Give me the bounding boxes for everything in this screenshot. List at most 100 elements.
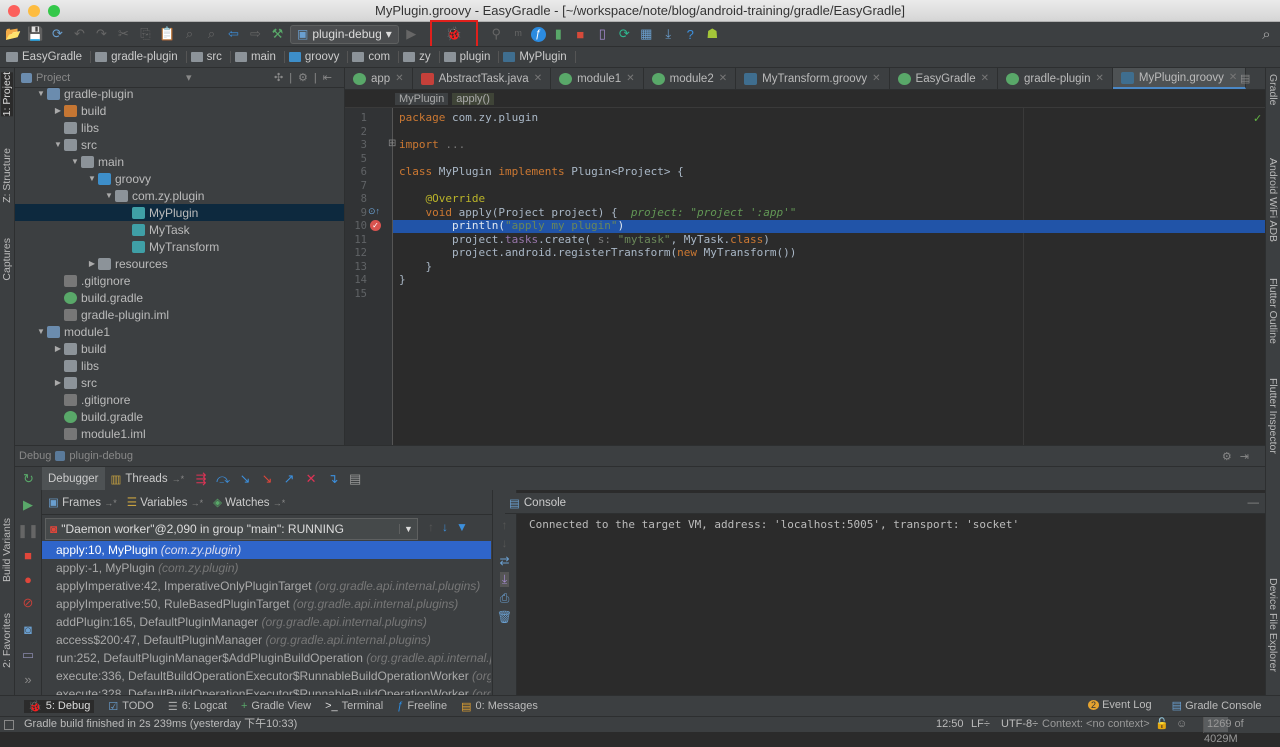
status-message[interactable]: Gradle build finished in 2s 239ms (yeste… <box>24 717 297 732</box>
tree-item[interactable]: ▶ src <box>15 374 344 391</box>
code-line[interactable]: import ... <box>399 138 465 152</box>
redo-icon[interactable]: ↷ <box>92 25 111 44</box>
tool-window-flutter-outline[interactable]: Flutter Outline <box>1267 278 1279 344</box>
up-stack-icon[interactable]: ↑ <box>502 518 508 532</box>
tree-item[interactable]: ▼ main <box>15 153 344 170</box>
tree-item[interactable]: build.gradle <box>15 408 344 425</box>
tool-window-gradle[interactable]: Gradle <box>1267 74 1279 106</box>
lock-icon[interactable]: 🔓 <box>1155 717 1169 732</box>
paste-icon[interactable]: 📋 <box>158 25 177 44</box>
code-line[interactable]: @Override <box>399 192 485 206</box>
scroll-to-end-icon[interactable]: ⤓ <box>499 572 510 587</box>
expand-arrow-icon[interactable]: ▼ <box>35 89 47 98</box>
line-separator[interactable]: LF÷ <box>971 717 990 732</box>
code-line[interactable]: package com.zy.plugin <box>399 111 538 125</box>
editor-tab[interactable]: MyPlugin.groovy ✕ <box>1112 68 1247 89</box>
tree-item[interactable]: MyTask <box>15 221 344 238</box>
open-icon[interactable]: 📂 <box>4 25 23 44</box>
tree-item[interactable]: .gitignore <box>15 391 344 408</box>
tree-item[interactable]: .gitignore <box>15 272 344 289</box>
pause-icon[interactable]: ❚❚ <box>17 520 39 542</box>
tab-threads[interactable]: ▥ Threads →* <box>105 472 191 486</box>
run-to-cursor-icon[interactable]: ↴ <box>322 468 344 490</box>
tree-item[interactable]: ▶ resources <box>15 255 344 272</box>
tree-item[interactable]: ▶ build <box>15 102 344 119</box>
close-tab-icon[interactable]: ✕ <box>1229 72 1237 83</box>
stack-frame[interactable]: apply:10, MyPlugin (com.zy.plugin) <box>42 541 491 559</box>
debug-icon[interactable]: 🐞 <box>429 20 478 48</box>
editor-tab[interactable]: module1 ✕ <box>551 68 644 89</box>
step-over-icon[interactable]: ⤼ <box>212 468 234 490</box>
editor-tab[interactable]: app ✕ <box>345 68 413 89</box>
editor-tab[interactable]: MyTransform.groovy ✕ <box>736 68 890 89</box>
breadcrumb-item[interactable]: src <box>190 51 231 63</box>
close-tab-icon[interactable]: ✕ <box>719 73 727 84</box>
avd-manager-icon[interactable]: ▯ <box>593 25 612 44</box>
code-line[interactable]: class MyPlugin implements Plugin<Project… <box>399 165 684 179</box>
hector-icon[interactable]: ☺ <box>1176 717 1187 732</box>
tree-item[interactable]: gradle-plugin.iml <box>15 306 344 323</box>
tree-item[interactable]: ▼ module1 <box>15 323 344 340</box>
close-tab-icon[interactable]: ✕ <box>981 73 989 84</box>
tab-debugger[interactable]: Debugger <box>42 466 105 491</box>
tool-tab-6-logcat[interactable]: ☰ 6: Logcat <box>168 700 227 713</box>
tool-window-structure[interactable]: Z: Structure <box>1 148 13 203</box>
show-execution-point-icon[interactable]: ⇶ <box>190 468 212 490</box>
editor-tab[interactable]: AbstractTask.java ✕ <box>413 68 552 89</box>
restore-layout-icon[interactable]: ▭ <box>17 644 39 666</box>
collapse-arrow-icon[interactable]: ▶ <box>52 106 64 115</box>
stop-icon[interactable]: ■ <box>17 544 39 566</box>
event-log-button[interactable]: 2 Event Log <box>1088 699 1152 712</box>
view-breakpoints-icon[interactable]: ● <box>17 568 39 590</box>
android-icon[interactable]: ☗ <box>703 25 722 44</box>
tab-list-icon[interactable]: ▤ <box>1240 72 1250 85</box>
code-line[interactable]: } <box>399 260 432 274</box>
close-window-button[interactable] <box>8 5 20 17</box>
stack-frame[interactable]: execute:336, DefaultBuildOperationExecut… <box>42 667 491 685</box>
code-line[interactable]: project.android.registerTransform(new My… <box>399 246 796 260</box>
expand-arrow-icon[interactable]: ▼ <box>52 140 64 149</box>
code-line[interactable]: println("apply my plugin") <box>399 219 624 233</box>
chevron-down-icon[interactable]: ▾ <box>186 71 192 84</box>
file-encoding[interactable]: UTF-8÷ <box>1001 717 1038 732</box>
save-icon[interactable]: 💾 <box>26 25 45 44</box>
tree-item[interactable]: module1.iml <box>15 425 344 442</box>
tool-tab-0-messages[interactable]: ▤ 0: Messages <box>461 700 538 713</box>
tree-item[interactable]: ▼ src <box>15 136 344 153</box>
expand-arrow-icon[interactable]: ▼ <box>69 157 81 166</box>
clear-all-icon[interactable]: 🗑 <box>497 610 512 624</box>
breadcrumb-item[interactable]: MyPlugin <box>503 51 576 63</box>
caret-position[interactable]: 12:50 <box>936 717 964 732</box>
expand-arrow-icon[interactable]: ▼ <box>103 191 115 200</box>
project-structure-icon[interactable]: ▦ <box>637 25 656 44</box>
breakpoint-icon[interactable]: ✓ <box>370 220 381 231</box>
tool-tab-terminal[interactable]: >_ Terminal <box>325 700 383 712</box>
chevron-down-icon[interactable]: ▼ <box>399 524 417 534</box>
attach-icon[interactable]: ⚲ <box>487 25 506 44</box>
step-out-icon[interactable]: ↗ <box>278 468 300 490</box>
tree-item[interactable]: MyTransform <box>15 238 344 255</box>
tool-window-project[interactable]: 1: Project <box>1 72 13 117</box>
sdk-manager-icon[interactable]: ⤓ <box>659 25 678 44</box>
undo-icon[interactable]: ↶ <box>70 25 89 44</box>
debug-session-tab[interactable]: plugin-debug <box>69 450 133 462</box>
apply-changes-icon[interactable]: ▮ <box>549 25 568 44</box>
stack-frame[interactable]: applyImperative:42, ImperativeOnlyPlugin… <box>42 577 491 595</box>
freeline-icon[interactable]: ƒ <box>530 26 546 42</box>
thread-selector[interactable]: ◙ "Daemon worker"@2,090 in group "main":… <box>45 518 418 540</box>
step-into-icon[interactable]: ↘ <box>234 468 256 490</box>
breadcrumb-item[interactable]: com <box>352 51 400 63</box>
editor-tab[interactable]: gradle-plugin ✕ <box>998 68 1113 89</box>
build-hammer-icon[interactable]: ⚒ <box>268 25 287 44</box>
gradle-sync-icon[interactable]: ⟳ <box>615 25 634 44</box>
tool-window-wifi-adb[interactable]: Android WiFi ADB <box>1267 158 1279 242</box>
stack-frame[interactable]: applyImperative:50, RuleBasedPluginTarge… <box>42 595 491 613</box>
filter-icon[interactable]: ▼ <box>456 520 468 534</box>
get-thread-dump-icon[interactable]: ◙ <box>17 618 39 640</box>
editor-tab[interactable]: EasyGradle ✕ <box>890 68 999 89</box>
tool-window-captures[interactable]: Captures <box>1 238 13 281</box>
tool-tab-todo[interactable]: ☑ TODO <box>108 700 153 713</box>
memory-indicator[interactable]: 1269 of 4029M <box>1203 717 1280 745</box>
breadcrumb-item[interactable]: EasyGradle <box>6 51 92 63</box>
back-icon[interactable]: ⇦ <box>224 25 243 44</box>
